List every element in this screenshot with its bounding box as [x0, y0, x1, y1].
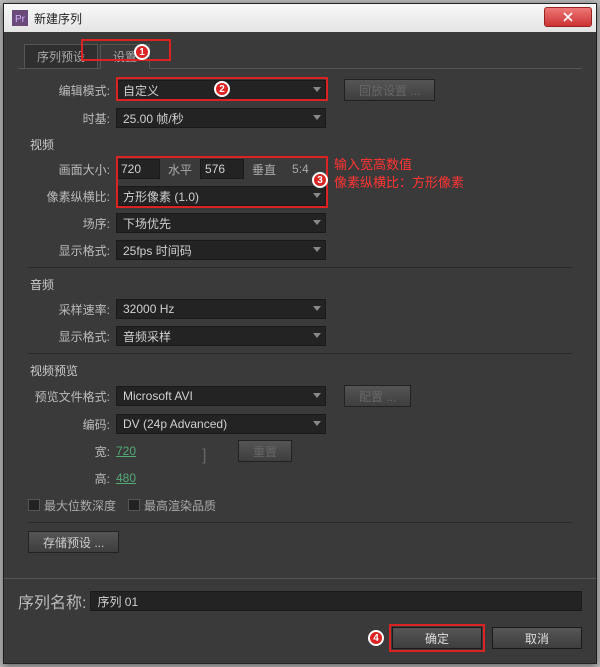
label-preview-height: 高:	[28, 470, 116, 487]
marker-1: 1	[134, 44, 150, 60]
footer-buttons: 确定 4 取消	[4, 627, 596, 663]
app-icon: Pr	[12, 10, 28, 26]
input-seq-name[interactable]	[90, 591, 582, 611]
row-timebase: 时基: 25.00 帧/秒	[28, 108, 572, 128]
value-preview-width: 720	[116, 444, 136, 458]
save-preset-button[interactable]: 存储预设 ...	[28, 531, 119, 553]
chevron-down-icon	[313, 306, 321, 311]
titlebar[interactable]: Pr 新建序列	[4, 4, 596, 32]
annotation-text: 输入宽高数值像素纵横比：方形像素	[334, 156, 464, 192]
input-height[interactable]	[200, 159, 244, 179]
reset-button[interactable]: 重置	[238, 440, 292, 462]
window-title: 新建序列	[34, 10, 588, 27]
chevron-down-icon	[313, 220, 321, 225]
label-sample-rate: 采样速率:	[28, 301, 116, 318]
label-frame-size: 画面大小:	[28, 161, 116, 178]
select-timebase[interactable]: 25.00 帧/秒	[116, 108, 326, 128]
label-aspect: 5:4	[284, 162, 317, 176]
divider	[28, 353, 572, 354]
value-preview-height: 480	[116, 471, 136, 485]
seq-name-row: 序列名称:	[4, 578, 596, 627]
select-par[interactable]: 方形像素 (1.0)	[116, 186, 326, 206]
checkbox-max-depth[interactable]: 最大位数深度	[28, 497, 116, 514]
close-button[interactable]	[544, 7, 592, 27]
divider	[28, 522, 572, 523]
chevron-down-icon	[313, 87, 321, 92]
row-video-display: 显示格式: 25fps 时间码	[28, 240, 572, 260]
cancel-button[interactable]: 取消	[492, 627, 582, 649]
content-area: 序列预设 设置 1 编辑模式: 自定义 回放设置 ... 2 时基: 25.00…	[4, 32, 596, 578]
label-par: 像素纵横比:	[28, 188, 116, 205]
marker-2: 2	[214, 81, 230, 97]
label-field-order: 场序:	[28, 215, 116, 232]
ok-button[interactable]: 确定	[392, 627, 482, 649]
select-video-display[interactable]: 25fps 时间码	[116, 240, 326, 260]
chevron-down-icon	[313, 115, 321, 120]
select-sample-rate[interactable]: 32000 Hz	[116, 299, 326, 319]
row-edit-mode: 编辑模式: 自定义 回放设置 ... 2	[28, 79, 572, 101]
chevron-down-icon	[313, 333, 321, 338]
row-par: 像素纵横比: 方形像素 (1.0) 3 输入宽高数值像素纵横比：方形像素	[28, 186, 572, 206]
select-field-order[interactable]: 下场优先	[116, 213, 326, 233]
label-seq-name: 序列名称:	[18, 589, 86, 613]
label-audio-display: 显示格式:	[28, 328, 116, 345]
select-audio-display[interactable]: 音频采样	[116, 326, 326, 346]
chevron-down-icon	[313, 193, 321, 198]
close-icon	[563, 12, 573, 22]
row-codec: 编码: DV (24p Advanced)	[28, 414, 572, 434]
playback-settings-button[interactable]: 回放设置 ...	[344, 79, 435, 101]
section-audio: 音频	[30, 276, 572, 293]
divider	[28, 267, 572, 268]
chevron-down-icon	[313, 247, 321, 252]
dialog-window: Pr 新建序列 序列预设 设置 1 编辑模式: 自定义 回放设置 ... 2 时…	[3, 3, 597, 664]
row-preview-height: 高: 480	[28, 468, 572, 488]
row-preview-format: 预览文件格式: Microsoft AVI 配置 ...	[28, 385, 572, 407]
chevron-down-icon	[313, 421, 321, 426]
label-horizontal: 水平	[160, 161, 200, 178]
section-video: 视频	[30, 136, 572, 153]
tab-bar: 序列预设 设置 1	[18, 40, 582, 69]
configure-button[interactable]: 配置 ...	[344, 385, 411, 407]
label-edit-mode: 编辑模式:	[28, 82, 116, 99]
checkbox-icon	[128, 499, 140, 511]
row-preview-width: 宽: 720 ] 重置	[28, 441, 572, 461]
row-frame-size: 画面大小: 水平 垂直 5:4	[28, 159, 572, 179]
select-preview-format[interactable]: Microsoft AVI	[116, 386, 326, 406]
label-preview-width: 宽:	[28, 443, 116, 460]
chevron-down-icon	[313, 393, 321, 398]
label-vertical: 垂直	[244, 161, 284, 178]
label-preview-format: 预览文件格式:	[28, 388, 116, 405]
input-width[interactable]	[116, 159, 160, 179]
tab-preset[interactable]: 序列预设	[24, 44, 98, 68]
marker-3: 3	[312, 172, 328, 188]
bracket-icon: ]	[198, 447, 210, 465]
row-audio-display: 显示格式: 音频采样	[28, 326, 572, 346]
row-sample-rate: 采样速率: 32000 Hz	[28, 299, 572, 319]
label-codec: 编码:	[28, 416, 116, 433]
svg-text:Pr: Pr	[15, 14, 26, 25]
checkbox-max-quality[interactable]: 最高渲染品质	[128, 497, 216, 514]
section-preview: 视频预览	[30, 362, 572, 379]
row-field-order: 场序: 下场优先	[28, 213, 572, 233]
row-checkboxes: 最大位数深度 最高渲染品质	[28, 495, 572, 515]
select-codec[interactable]: DV (24p Advanced)	[116, 414, 326, 434]
marker-4: 4	[368, 630, 384, 646]
label-video-display: 显示格式:	[28, 242, 116, 259]
row-save-preset: 存储预设 ...	[28, 531, 572, 553]
settings-form: 编辑模式: 自定义 回放设置 ... 2 时基: 25.00 帧/秒 视频 画面…	[18, 69, 582, 564]
label-timebase: 时基:	[28, 110, 116, 127]
checkbox-icon	[28, 499, 40, 511]
